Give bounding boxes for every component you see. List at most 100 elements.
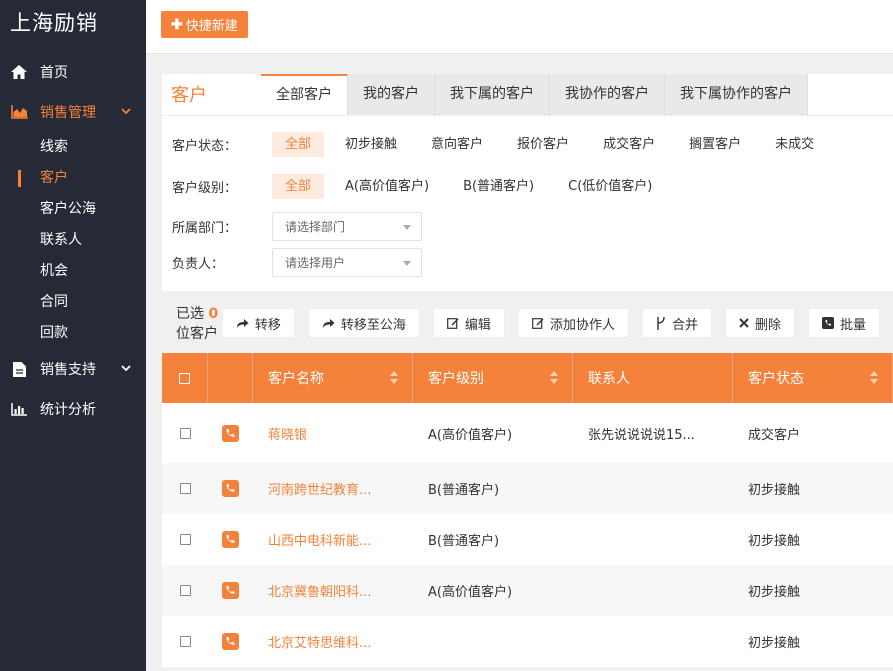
table-row[interactable]: 山西中电科新能... B(普通客户) 初步接触 <box>162 514 893 565</box>
table-header: 客户名称 客户级别 联系人 客户状态 <box>162 353 893 403</box>
sidebar-sub-opportunities[interactable]: 机会 <box>0 256 146 287</box>
transfer-button[interactable]: 转移 <box>221 308 295 338</box>
nav-item-sales-support[interactable]: 销售支持 <box>0 349 146 389</box>
transfer-to-pool-button[interactable]: 转移至公海 <box>307 308 420 338</box>
table-row[interactable]: 河南跨世纪教育... B(普通客户) 初步接触 <box>162 463 893 514</box>
quick-create-button[interactable]: ✚ 快捷新建 <box>161 11 248 38</box>
department-placeholder: 请选择部门 <box>285 220 346 234</box>
phone-icon[interactable] <box>222 531 239 548</box>
row-checkbox-cell <box>162 463 208 514</box>
edit-label: 编辑 <box>464 317 491 333</box>
status-filter-row: 客户状态： 全部 初步接触 意向客户 报价客户 成交客户 搁置客户 未成交 <box>172 132 835 157</box>
caret-down-icon <box>403 261 411 266</box>
sidebar-sub-contacts[interactable]: 联系人 <box>0 225 146 256</box>
row-name-cell: 北京艾特思维科... <box>253 616 413 667</box>
share-icon <box>322 318 335 329</box>
customer-tabs: 全部客户 我的客户 我下属的客户 我协作的客户 我下属协作的客户 <box>261 74 808 115</box>
level-option[interactable]: B(普通客户) <box>450 174 547 199</box>
home-icon <box>10 64 28 80</box>
row-name-cell: 蒋晓银 <box>253 403 413 463</box>
merge-button[interactable]: 合并 <box>641 308 712 338</box>
selected-count: 0 <box>208 306 219 322</box>
batch-label: 批量 <box>839 317 866 333</box>
phone-icon[interactable] <box>222 480 239 497</box>
tab-subordinate-collaborated-customers[interactable]: 我下属协作的客户 <box>665 74 808 115</box>
quick-create-label: 快捷新建 <box>185 18 238 33</box>
sidebar-sub-payments[interactable]: 回款 <box>0 318 146 349</box>
owner-select[interactable]: 请选择用户 <box>272 248 422 277</box>
column-header-label: 客户名称 <box>268 371 324 387</box>
batch-button[interactable]: 批量 <box>807 308 880 338</box>
action-bar: 已选 0 位客户 转移 转移至公海 编辑 添加协作人 合并 删除 批量 <box>162 303 893 343</box>
phone-icon[interactable] <box>222 424 239 442</box>
status-filter-label: 客户状态： <box>172 139 238 154</box>
tab-my-customers[interactable]: 我的客户 <box>348 74 435 115</box>
column-header-level[interactable]: 客户级别 <box>413 353 573 403</box>
row-status-cell: 初步接触 <box>748 636 801 651</box>
filter-panel: 客户 全部客户 我的客户 我下属的客户 我协作的客户 我下属协作的客户 客户状态… <box>162 74 893 291</box>
column-header-contact[interactable]: 联系人 <box>573 353 733 403</box>
column-header-status[interactable]: 客户状态 <box>733 353 893 403</box>
row-status-cell: 初步接触 <box>748 483 801 498</box>
customer-name-link[interactable]: 北京冀鲁朝阳科... <box>268 581 371 600</box>
close-icon <box>739 318 749 328</box>
status-option[interactable]: 未成交 <box>762 132 827 157</box>
table-row[interactable]: 北京艾特思维科... 初步接触 <box>162 616 893 667</box>
table-row[interactable]: 北京冀鲁朝阳科... A(高价值客户) 初步接触 <box>162 565 893 616</box>
status-option[interactable]: 意向客户 <box>418 132 496 157</box>
delete-label: 删除 <box>754 317 781 333</box>
row-contact-cell <box>573 463 733 514</box>
sidebar-sub-customers[interactable]: 客户 <box>0 163 146 194</box>
row-level-cell: B(普通客户) <box>428 483 500 498</box>
select-all-checkbox[interactable] <box>179 372 190 384</box>
level-option[interactable]: 全部 <box>272 174 325 199</box>
tab-all-customers[interactable]: 全部客户 <box>261 74 348 115</box>
row-checkbox-cell <box>162 403 208 463</box>
status-option[interactable]: 搁置客户 <box>676 132 754 157</box>
customer-name-link[interactable]: 山西中电科新能... <box>268 530 371 549</box>
delete-button[interactable]: 删除 <box>724 308 795 338</box>
row-checkbox[interactable] <box>179 534 191 545</box>
area-chart-icon <box>10 104 28 120</box>
phone-icon[interactable] <box>222 633 239 650</box>
status-option[interactable]: 报价客户 <box>504 132 582 157</box>
sidebar-sub-customer-pool[interactable]: 客户公海 <box>0 194 146 225</box>
row-contact-cell: 张先说说说说15... <box>588 427 695 443</box>
nav-item-statistics[interactable]: 统计分析 <box>0 389 146 429</box>
department-filter-row: 所属部门： 请选择部门 <box>172 212 422 241</box>
level-option[interactable]: A(高价值客户) <box>332 174 442 199</box>
row-phone-cell <box>208 403 253 463</box>
row-contact-cell <box>573 565 733 616</box>
sidebar-sub-leads[interactable]: 线索 <box>0 132 146 163</box>
row-contact-cell <box>573 514 733 565</box>
customer-name-link[interactable]: 河南跨世纪教育... <box>268 479 371 498</box>
sidebar-sub-contracts[interactable]: 合同 <box>0 287 146 318</box>
customer-name-link[interactable]: 北京艾特思维科... <box>268 632 371 651</box>
level-option[interactable]: C(低价值客户) <box>555 174 665 199</box>
table-row[interactable]: 蒋晓银 A(高价值客户) 张先说说说说15... 成交客户 <box>162 403 893 463</box>
add-collaborator-button[interactable]: 添加协作人 <box>517 308 629 338</box>
row-checkbox[interactable] <box>179 483 191 494</box>
row-checkbox[interactable] <box>179 585 191 596</box>
file-icon <box>10 361 28 377</box>
row-checkbox[interactable] <box>179 636 191 647</box>
edit-button[interactable]: 编辑 <box>432 308 505 338</box>
status-option[interactable]: 初步接触 <box>332 132 410 157</box>
status-option[interactable]: 全部 <box>272 132 325 157</box>
status-option[interactable]: 成交客户 <box>590 132 668 157</box>
phone-icon[interactable] <box>222 582 239 599</box>
row-status-cell: 初步接触 <box>748 585 801 600</box>
tab-subordinate-customers[interactable]: 我下属的客户 <box>435 74 550 115</box>
brand-title: 上海励销 <box>10 11 98 35</box>
customer-name-link[interactable]: 蒋晓银 <box>268 424 307 443</box>
row-name-cell: 河南跨世纪教育... <box>253 463 413 514</box>
selection-info: 已选 0 位客户 <box>162 303 222 343</box>
page-title: 客户 <box>171 85 207 106</box>
column-header-name[interactable]: 客户名称 <box>253 353 413 403</box>
nav-item-home[interactable]: 首页 <box>0 52 146 92</box>
nav-item-sales-management[interactable]: 销售管理 <box>0 92 146 132</box>
department-select[interactable]: 请选择部门 <box>272 212 422 241</box>
row-checkbox[interactable] <box>179 427 191 439</box>
nav-item-label: 销售支持 <box>40 362 96 378</box>
tab-collaborated-customers[interactable]: 我协作的客户 <box>550 74 665 115</box>
